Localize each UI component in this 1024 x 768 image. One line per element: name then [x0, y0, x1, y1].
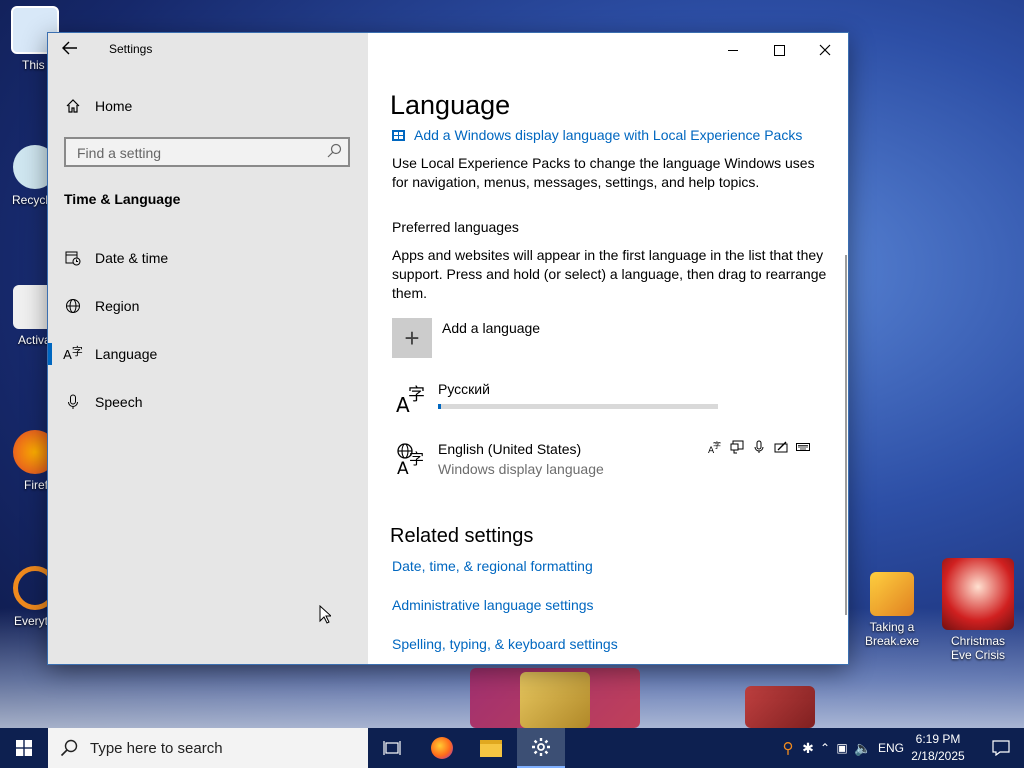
wallpaper-gift: [745, 686, 815, 728]
desktop-icon-taking-a-break[interactable]: Taking a Break.exe: [857, 572, 927, 648]
speech-icon: [754, 440, 764, 453]
calendar-clock-icon: [64, 249, 82, 267]
wallpaper-gift: [520, 672, 590, 728]
svg-text:字: 字: [408, 385, 425, 405]
download-progress-fill: [438, 404, 441, 409]
folder-icon: [480, 739, 502, 757]
handwriting-icon: [774, 441, 788, 453]
sidebar-item-label: Region: [95, 298, 140, 314]
scrollbar[interactable]: [845, 255, 847, 615]
sidebar-item-language[interactable]: A字 Language: [63, 343, 158, 365]
nav-home[interactable]: Home: [64, 95, 132, 117]
keyboard-icon: [796, 443, 810, 451]
taskbar-file-explorer[interactable]: [467, 728, 515, 768]
store-icon: [392, 129, 405, 141]
system-tray: ⚲ ✱ ⌃ ▣ 🔈 ENG: [778, 728, 905, 768]
find-setting-input[interactable]: [75, 144, 319, 162]
gear-icon: [532, 738, 550, 756]
language-subtitle: Windows display language: [438, 461, 604, 477]
taskbar: Type here to search ⚲ ✱ ⌃ ▣ 🔈 ENG 6:19 P…: [0, 728, 1024, 768]
taskbar-search-box[interactable]: Type here to search: [48, 728, 368, 768]
close-button[interactable]: [802, 33, 848, 65]
svg-text:A: A: [397, 459, 409, 476]
language-icon: A字: [63, 346, 83, 362]
svg-text:字: 字: [713, 440, 721, 450]
input-language-indicator[interactable]: ENG: [878, 741, 904, 755]
nav-home-label: Home: [95, 98, 133, 114]
taskbar-clock[interactable]: 6:19 PM 2/18/2025: [906, 731, 970, 765]
display-language-icon: [730, 440, 744, 454]
window-title: Settings: [109, 42, 153, 56]
download-progress-bar: [438, 404, 718, 409]
sidebar-item-region[interactable]: Region: [64, 295, 139, 317]
selected-indicator: [48, 343, 52, 365]
add-language-button[interactable]: + Add a language: [392, 318, 592, 358]
sidebar-item-label: Speech: [95, 394, 143, 410]
start-button[interactable]: [0, 728, 48, 768]
desktop-icon-christmas-eve-crisis[interactable]: Christmas Eve Crisis: [940, 558, 1016, 662]
maximize-icon: [773, 44, 785, 56]
minimize-button[interactable]: [710, 33, 756, 65]
task-view-icon: [383, 741, 401, 755]
volume-icon[interactable]: 🔈: [852, 740, 874, 757]
settings-window: Settings Home Time & Language Date & tim…: [48, 33, 848, 664]
language-item-russian[interactable]: A 字 Русский: [392, 380, 822, 424]
task-view-button[interactable]: [368, 728, 416, 768]
add-language-label: Add a language: [442, 320, 541, 336]
lep-link-text: Add a Windows display language with Loca…: [414, 127, 803, 143]
network-icon[interactable]: ▣: [832, 741, 852, 755]
taskbar-firefox[interactable]: [418, 728, 466, 768]
lep-description: Use Local Experience Packs to change the…: [392, 155, 815, 190]
close-icon: [819, 44, 831, 56]
sidebar-item-label: Language: [95, 346, 158, 362]
microphone-icon: [64, 393, 82, 411]
mouse-cursor-icon: [319, 605, 331, 624]
sidebar-item-label: Date & time: [95, 250, 169, 266]
back-button[interactable]: [62, 41, 82, 57]
language-item-english[interactable]: A 字 English (United States) Windows disp…: [392, 440, 822, 484]
page-title: Language: [390, 90, 511, 120]
app-icon: [870, 572, 914, 616]
plus-icon: +: [392, 318, 432, 358]
sidebar-item-date-time[interactable]: Date & time: [64, 247, 168, 269]
home-icon: [64, 97, 82, 115]
everything-tray-icon[interactable]: ⚲: [778, 739, 798, 757]
lep-link[interactable]: Add a Windows display language with Loca…: [392, 127, 802, 143]
windows-logo-icon: [16, 740, 32, 756]
taskbar-settings[interactable]: [517, 728, 565, 768]
related-settings-heading: Related settings: [390, 525, 534, 547]
find-setting-search[interactable]: [64, 137, 350, 167]
back-arrow-icon: [62, 41, 77, 55]
link-administrative-language-settings[interactable]: Administrative language settings: [392, 597, 594, 613]
language-name: English (United States): [438, 441, 582, 457]
action-center-button[interactable]: [978, 728, 1024, 768]
language-feature-icons: A字: [708, 440, 810, 454]
display-language-icon: A 字: [397, 443, 424, 476]
sidebar-item-speech[interactable]: Speech: [64, 391, 142, 413]
chevron-up-icon[interactable]: ⌃: [818, 741, 832, 755]
search-icon: [60, 739, 78, 757]
svg-text:字: 字: [409, 450, 424, 468]
clock-time: 6:19 PM: [915, 732, 961, 746]
preferred-languages-description: Apps and websites will appear in the fir…: [392, 247, 827, 301]
search-icon: [327, 143, 342, 158]
taskbar-search-placeholder: Type here to search: [90, 739, 223, 757]
language-icon: A 字: [396, 385, 425, 416]
santa-icon: [942, 558, 1014, 630]
section-title: Time & Language: [64, 191, 181, 207]
preferred-languages-heading: Preferred languages: [392, 219, 519, 235]
network-sparkle-icon[interactable]: ✱: [798, 740, 818, 757]
clock-date: 2/18/2025: [911, 749, 965, 763]
language-name: Русский: [438, 381, 490, 397]
link-date-time-regional-formatting[interactable]: Date, time, & regional formatting: [392, 558, 593, 574]
maximize-button[interactable]: [756, 33, 802, 65]
language-pack-icon: A字: [708, 440, 721, 454]
firefox-icon: [431, 737, 453, 759]
notification-icon: [992, 740, 1010, 756]
title-bar: Settings: [48, 33, 848, 65]
minimize-icon: [728, 49, 738, 51]
link-spelling-typing-keyboard-settings[interactable]: Spelling, typing, & keyboard settings: [392, 636, 618, 652]
globe-icon: [64, 297, 82, 315]
